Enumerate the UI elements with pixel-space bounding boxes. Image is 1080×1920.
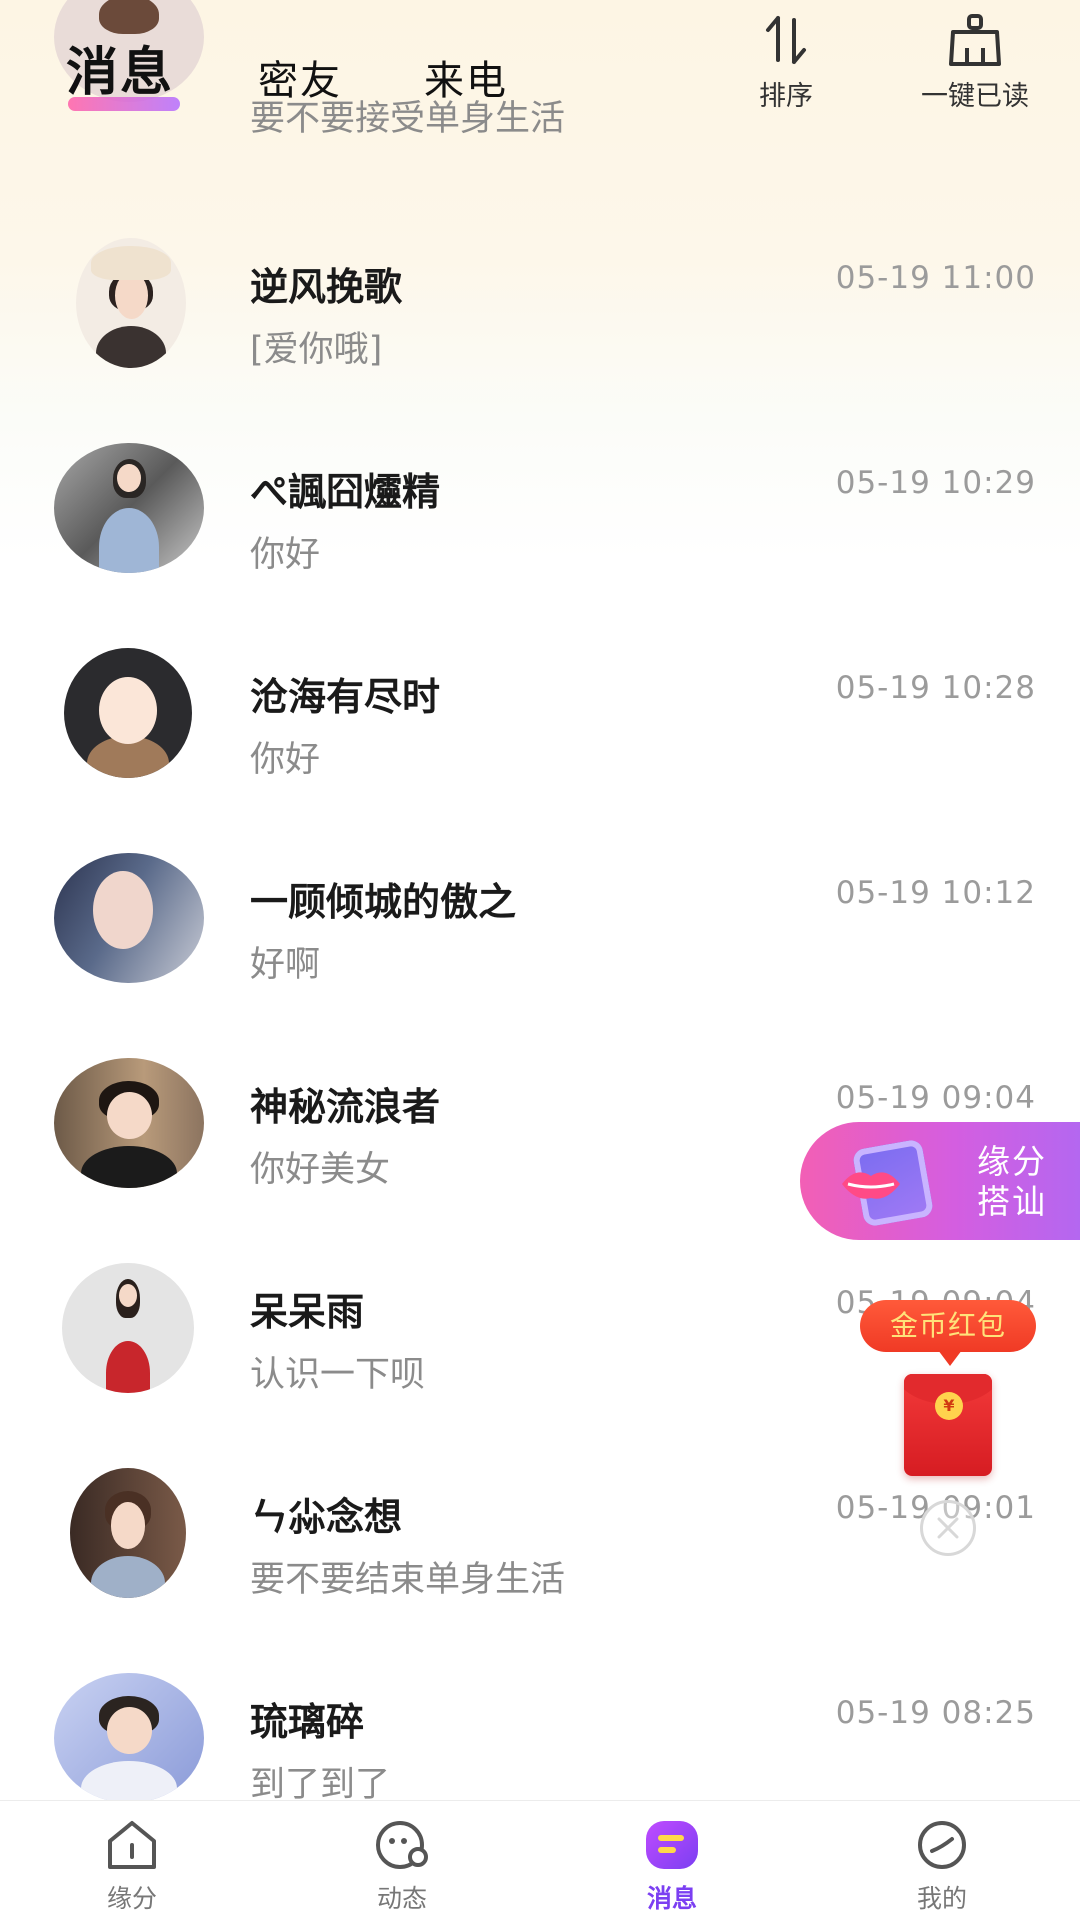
tab-calls[interactable]: 来电: [424, 48, 508, 106]
match-label-line1: 缘分: [977, 1142, 1047, 1181]
messages-page: 要不要接受单身生活 逆风挽歌 [爱你哦] 05-19 11:00 ぺ諷囧爧精 你…: [0, 0, 1080, 1920]
tab-label: 来电: [424, 58, 508, 104]
message-time: 05-19 10:12: [835, 875, 1036, 911]
bottom-nav: 缘分 动态 消息 我的: [0, 1800, 1080, 1920]
tab-close-friends[interactable]: 密友: [258, 48, 342, 106]
lips-icon: [842, 1172, 900, 1199]
avatar: [70, 1468, 186, 1598]
feed-icon: [376, 1821, 428, 1869]
close-envelope-button[interactable]: [920, 1500, 976, 1556]
tab-label: 密友: [258, 58, 342, 104]
match-label-line2: 搭讪: [977, 1182, 1047, 1221]
conversation-message: 认识一下呗: [250, 1355, 426, 1395]
message-time: 05-19 10:28: [835, 670, 1036, 706]
contact-name: 神秘流浪者: [250, 1085, 441, 1129]
top-header: 消息 密友 来电 排序 一键已读: [0, 0, 1080, 120]
conversation-row[interactable]: ぺ諷囧爧精 你好 05-19 10:29: [0, 443, 1080, 648]
contact-name: ぺ諷囧爧精: [250, 470, 441, 514]
avatar: [54, 853, 204, 983]
sort-label: 排序: [759, 81, 813, 112]
conversation-message: 你好: [250, 535, 321, 575]
mark-all-read-label: 一键已读: [921, 81, 1029, 112]
conversation-message: [爱你哦]: [250, 330, 383, 370]
contact-name: 琉璃碎: [250, 1700, 365, 1744]
contact-name: ㄣ尛念想: [250, 1495, 403, 1539]
message-icon: [646, 1821, 698, 1869]
tip-arrow: [938, 1350, 962, 1366]
message-time: 05-19 09:04: [835, 1080, 1036, 1116]
match-chat-label: 缘分 搭讪: [966, 1142, 1058, 1222]
broom-icon: [949, 14, 1001, 66]
conversation-message: 要不要结束单身生活: [250, 1560, 566, 1600]
nav-label: 消息: [646, 1884, 697, 1913]
contact-name: 沧海有尽时: [250, 675, 441, 719]
sort-button[interactable]: 排序: [744, 12, 828, 113]
close-icon: [937, 1517, 959, 1539]
conversation-message: 你好: [250, 740, 321, 780]
tab-messages[interactable]: 消息: [66, 30, 180, 111]
conversation-row[interactable]: ㄣ尛念想 要不要结束单身生活 05-19 09:01: [0, 1468, 1080, 1673]
contact-name: 一顾倾城的傲之: [250, 880, 517, 924]
contact-name: 呆呆雨: [250, 1290, 365, 1334]
conversation-message: 好啊: [250, 945, 321, 985]
avatar: [76, 238, 186, 368]
tab-label: 消息: [66, 43, 175, 103]
nav-label: 缘分: [106, 1884, 157, 1913]
conversation-row[interactable]: 逆风挽歌 [爱你哦] 05-19 11:00: [0, 238, 1080, 443]
nav-label: 我的: [916, 1884, 967, 1913]
sort-arrows-icon: [766, 16, 806, 64]
mark-all-read-button[interactable]: 一键已读: [900, 12, 1050, 113]
conversation-row[interactable]: 一顾倾城的傲之 好啊 05-19 10:12: [0, 853, 1080, 1058]
profile-icon: [918, 1821, 966, 1869]
message-time: 05-19 11:00: [835, 260, 1036, 296]
match-chat-float-button[interactable]: 缘分 搭讪: [800, 1122, 1080, 1240]
avatar: [54, 1673, 204, 1803]
avatar: [64, 648, 192, 778]
avatar: [54, 1058, 204, 1188]
nav-item-messages[interactable]: 消息: [572, 1801, 772, 1920]
avatar: [54, 443, 204, 573]
coin-envelope-label: 金币红包: [889, 1309, 1006, 1342]
conversation-message: 你好美女: [250, 1150, 391, 1190]
home-icon: [108, 1821, 156, 1869]
conversation-row[interactable]: 沧海有尽时 你好 05-19 10:28: [0, 648, 1080, 853]
coin-icon: ¥: [935, 1392, 963, 1420]
nav-item-match[interactable]: 缘分: [32, 1801, 232, 1920]
nav-item-feed[interactable]: 动态: [302, 1801, 502, 1920]
message-time: 05-19 08:25: [835, 1695, 1036, 1731]
nav-label: 动态: [376, 1884, 427, 1913]
red-envelope-button[interactable]: ¥: [904, 1374, 992, 1476]
coin-envelope-tip[interactable]: 金币红包: [860, 1300, 1036, 1366]
avatar: [62, 1263, 194, 1393]
message-time: 05-19 10:29: [835, 465, 1036, 501]
nav-item-profile[interactable]: 我的: [842, 1801, 1042, 1920]
contact-name: 逆风挽歌: [250, 265, 403, 309]
